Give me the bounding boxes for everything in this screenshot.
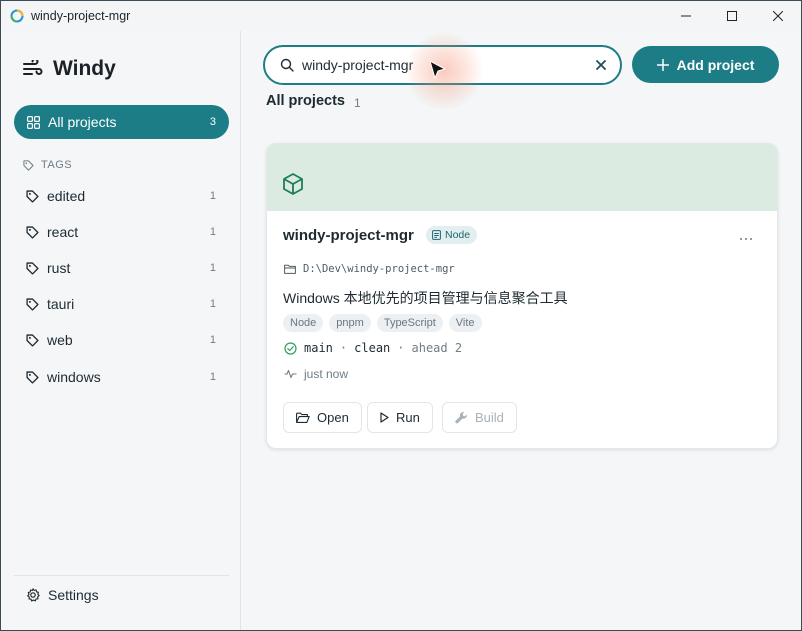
minimize-icon	[681, 15, 691, 17]
brand: Windy	[23, 57, 116, 81]
tag-count: 1	[209, 226, 216, 238]
tag-label: rust	[47, 260, 71, 276]
app-logo-icon	[10, 9, 24, 23]
app-window: windy-project-mgr Windy All projects 3 T…	[0, 0, 802, 631]
open-button[interactable]: Open	[283, 402, 362, 433]
close-window-button[interactable]	[755, 1, 801, 31]
more-options-button[interactable]	[739, 228, 753, 244]
close-icon	[773, 11, 783, 21]
tag-count: 1	[209, 262, 216, 274]
settings-button[interactable]: Settings	[26, 587, 99, 603]
wind-icon	[23, 60, 43, 75]
tag-label: tauri	[47, 296, 75, 312]
project-name: windy-project-mgr	[283, 227, 414, 244]
settings-label: Settings	[48, 587, 99, 603]
project-path: D:\Dev\windy-project-mgr	[284, 263, 455, 275]
tag-icon	[26, 297, 39, 311]
build-label: Build	[475, 410, 504, 425]
project-type-badge: Node	[426, 226, 478, 244]
tech-chip: pnpm	[329, 314, 371, 332]
brand-name: Windy	[53, 57, 116, 80]
sidebar: Windy All projects 3 TAGS edited 1 react…	[1, 31, 241, 630]
project-path-text: D:\Dev\windy-project-mgr	[303, 263, 455, 275]
run-label: Run	[396, 410, 420, 425]
tag-count: 1	[209, 334, 216, 346]
folder-icon	[284, 264, 296, 274]
title-bar: windy-project-mgr	[1, 1, 801, 31]
git-state: clean	[354, 341, 391, 355]
tag-icon	[26, 333, 39, 347]
git-ahead: ahead 2	[411, 341, 463, 355]
separator-dot: ·	[339, 341, 348, 355]
cube-icon	[283, 173, 303, 195]
nav-all-projects[interactable]: All projects 3	[14, 105, 229, 139]
sidebar-divider	[14, 575, 229, 576]
tag-item-windows[interactable]: windows 1	[26, 362, 218, 392]
tag-count: 1	[209, 190, 216, 202]
section-count: 1	[354, 96, 361, 110]
search-value: windy-project-mgr	[302, 57, 414, 73]
maximize-button[interactable]	[709, 1, 755, 31]
project-description: Windows 本地优先的项目管理与信息聚合工具	[283, 290, 568, 306]
play-icon	[380, 412, 389, 423]
tag-label: react	[47, 224, 79, 240]
wrench-icon	[455, 411, 467, 424]
separator-dot: ·	[397, 341, 405, 355]
plus-icon	[656, 58, 669, 71]
mouse-pointer-icon	[429, 60, 446, 79]
last-activity: just now	[284, 367, 348, 381]
tag-item-web[interactable]: web 1	[26, 325, 218, 355]
project-card[interactable]: windy-project-mgr Node D:\Dev\windy-proj…	[266, 143, 778, 449]
tags-heading-label: TAGS	[41, 159, 73, 171]
tags-heading: TAGS	[23, 159, 72, 171]
minimize-button[interactable]	[663, 1, 709, 31]
git-status: main · clean · ahead 2	[284, 341, 462, 355]
last-activity-text: just now	[304, 367, 349, 381]
gear-icon	[27, 588, 40, 602]
project-card-banner	[267, 144, 777, 211]
section-title: All projects	[266, 93, 345, 109]
tag-label: windows	[47, 369, 101, 385]
tech-chip: TypeScript	[376, 314, 443, 332]
add-project-label: Add project	[676, 56, 755, 73]
search-icon	[280, 58, 294, 72]
tag-icon	[26, 261, 39, 275]
window-title: windy-project-mgr	[31, 9, 131, 23]
folder-open-icon	[296, 412, 310, 423]
clear-search-button[interactable]	[596, 57, 606, 74]
tag-item-react[interactable]: react 1	[26, 217, 218, 247]
close-icon	[596, 59, 606, 70]
tag-label: edited	[47, 188, 86, 204]
grid-icon	[27, 115, 40, 129]
tag-icon	[26, 189, 39, 203]
tag-count: 1	[209, 298, 216, 310]
build-button[interactable]: Build	[442, 402, 517, 433]
run-button[interactable]: Run	[367, 402, 433, 433]
tag-icon	[23, 159, 34, 171]
nav-all-projects-count: 3	[209, 116, 216, 128]
tag-icon	[26, 225, 39, 239]
tech-chip: Vite	[448, 314, 482, 332]
add-project-button[interactable]: Add project	[632, 46, 779, 83]
maximize-icon	[727, 11, 737, 21]
file-icon	[432, 230, 441, 240]
project-type-label: Node	[445, 229, 471, 241]
tag-item-edited[interactable]: edited 1	[26, 181, 218, 211]
open-label: Open	[317, 410, 349, 425]
project-tech-chips: Node pnpm TypeScript Vite	[283, 314, 482, 332]
tag-item-rust[interactable]: rust 1	[26, 253, 218, 283]
tag-icon	[26, 370, 39, 384]
tag-item-tauri[interactable]: tauri 1	[26, 289, 218, 319]
tech-chip: Node	[283, 314, 324, 332]
nav-all-projects-label: All projects	[48, 114, 117, 130]
check-circle-icon	[284, 341, 297, 355]
tag-count: 1	[209, 371, 216, 383]
more-horizontal-icon	[740, 238, 752, 240]
tag-label: web	[47, 332, 73, 348]
git-branch: main	[304, 341, 333, 355]
activity-icon	[284, 369, 297, 379]
